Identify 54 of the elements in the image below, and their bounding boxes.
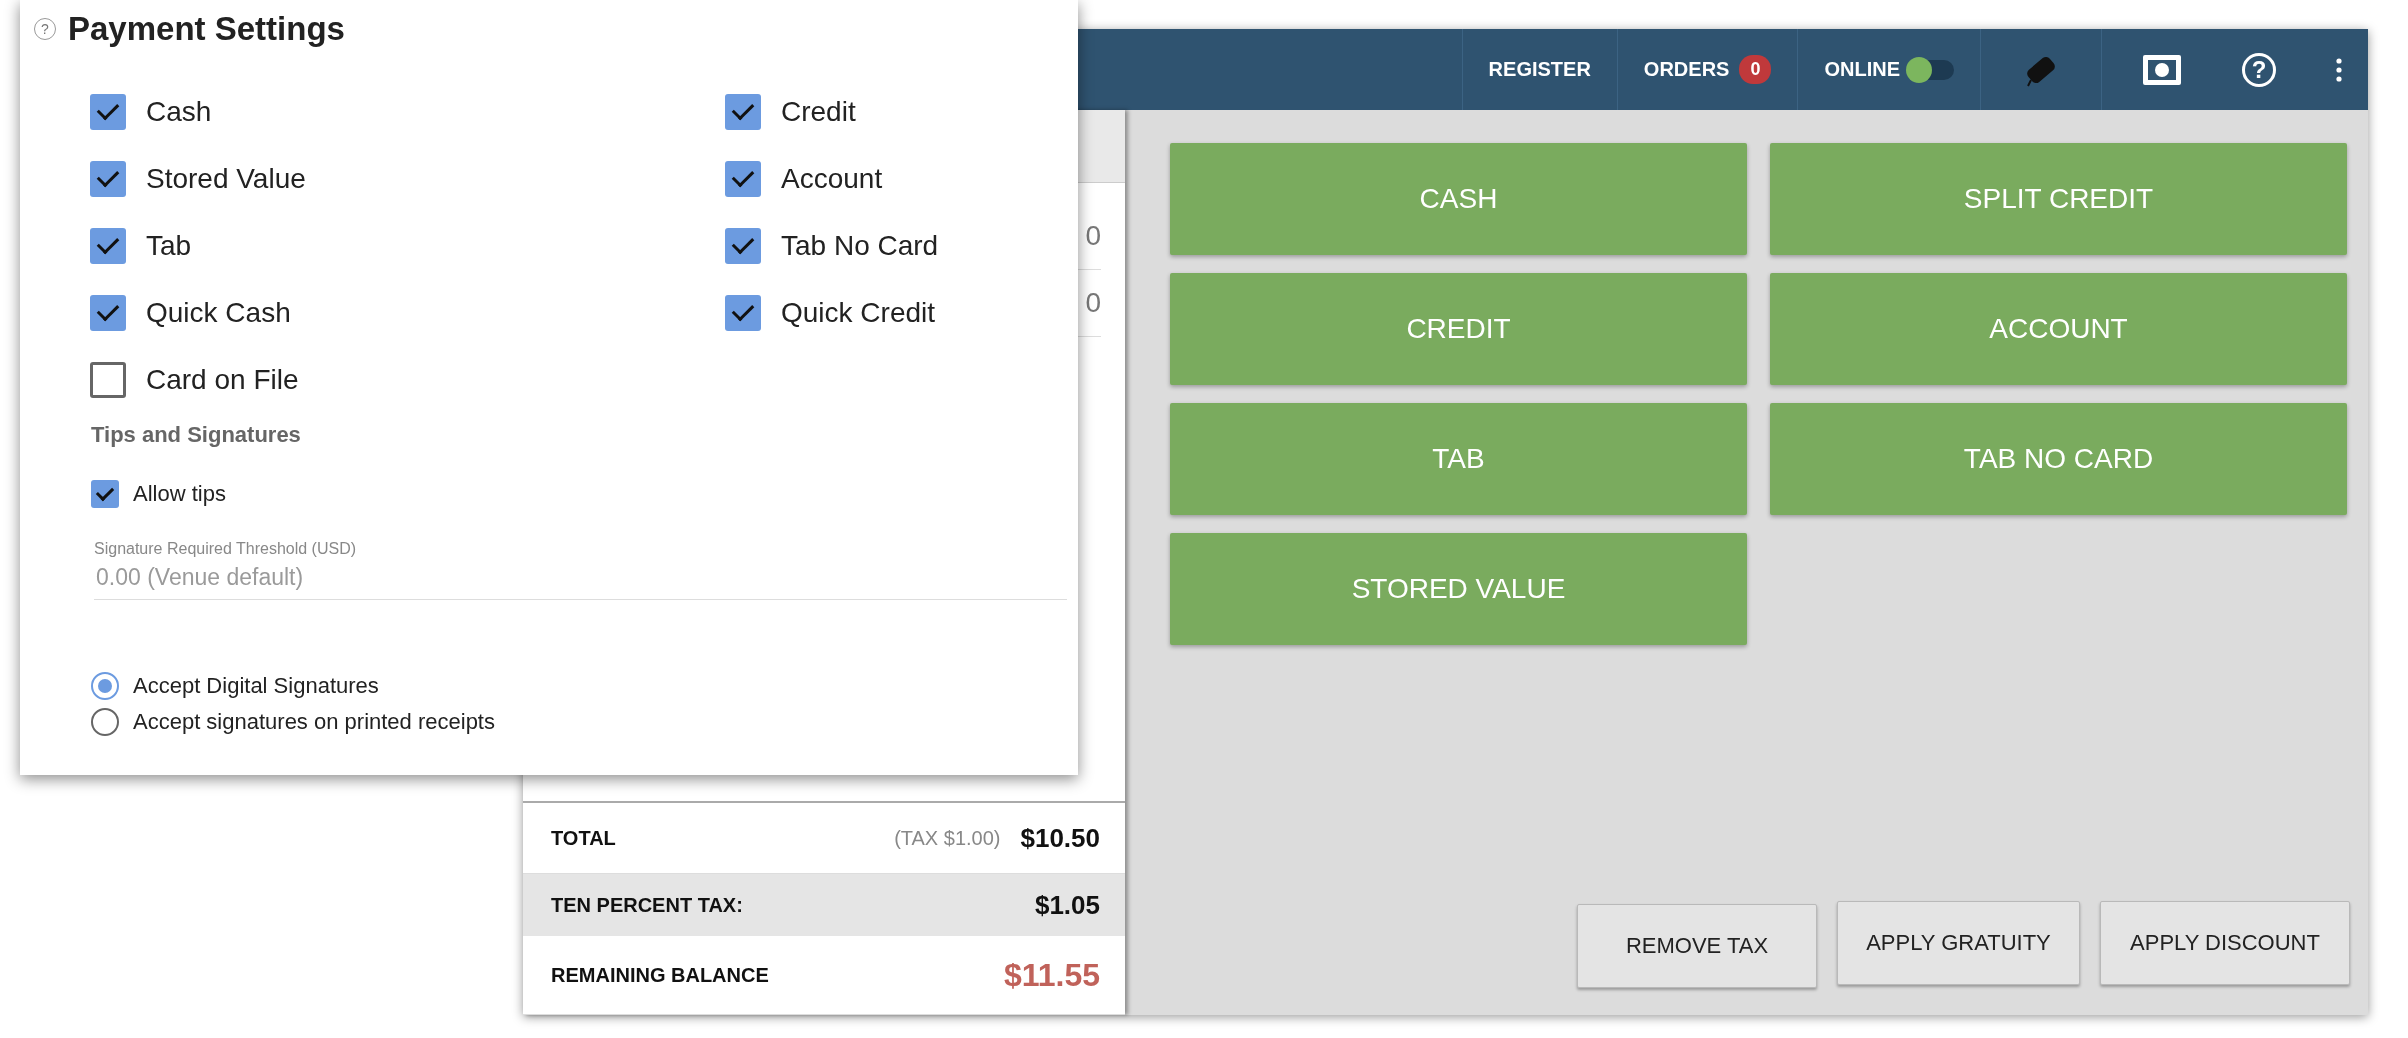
radio-button[interactable] [91,672,119,700]
checkbox[interactable] [725,161,761,197]
payment-button[interactable]: SPLIT CREDIT [1770,143,2347,255]
option-label: Tab [146,230,192,262]
action-button[interactable]: REMOVE TAX [1577,904,1817,988]
row-amount: 0 [1085,287,1101,319]
help-icon[interactable]: ? [2242,52,2276,87]
checkbox[interactable] [90,295,126,331]
section-heading: Tips and Signatures [91,422,302,448]
action-button[interactable]: APPLY DISCOUNT [2100,901,2350,985]
payment-button[interactable]: STORED VALUE [1170,533,1747,645]
radio-label: Accept signatures on printed receipts [133,709,495,735]
nav-link[interactable]: ORDERS [1643,58,1730,81]
threshold-field[interactable]: 0.00 (Venue default) [94,558,1067,600]
option-label: Credit [781,96,856,128]
count-badge: 0 [1739,55,1772,84]
option-label: Card on File [146,364,299,396]
amount: $11.55 [1003,956,1100,994]
row-amount: 0 [1085,220,1101,252]
checkbox[interactable] [90,94,126,130]
checkbox[interactable] [725,94,761,130]
checkbox[interactable] [725,228,761,264]
checkbox[interactable] [91,480,119,508]
panel-title: Payment Settings [68,10,345,48]
display-icon[interactable] [2142,53,2182,86]
radio-label: Accept Digital Signatures [133,673,379,699]
amount: $10.50 [1020,822,1100,854]
field-label: Signature Required Threshold (USD) [94,540,357,558]
total-label: TEN PERCENT TAX: [551,893,744,917]
total-label: TOTAL [551,826,617,850]
option-label: Cash [146,96,212,128]
status-label: ONLINE [1824,58,1900,81]
nav-link[interactable]: REGISTER [1488,58,1591,81]
option-label: Quick Cash [146,297,291,329]
payment-button[interactable]: ACCOUNT [1770,273,2347,385]
option-label: Tab No Card [781,230,939,262]
payment-button[interactable]: TAB [1170,403,1747,515]
payment-button[interactable]: CASH [1170,143,1747,255]
checkbox[interactable] [90,228,126,264]
payment-button[interactable]: TAB NO CARD [1770,403,2347,515]
total-label: REMAINING BALANCE [551,963,770,987]
tax-note: (TAX $1.00) [894,826,1001,850]
checkbox[interactable] [725,295,761,331]
option-label: Stored Value [146,163,306,195]
option-label: Allow tips [133,481,226,507]
payment-button[interactable]: CREDIT [1170,273,1747,385]
menu-icon[interactable] [2336,57,2342,82]
action-button[interactable]: APPLY GRATUITY [1837,901,2080,985]
option-label: Account [781,163,883,195]
option-label: Quick Credit [781,297,936,329]
checkbox[interactable] [90,161,126,197]
amount: $1.05 [1034,889,1100,921]
radio-button[interactable] [91,708,119,736]
checkbox[interactable] [90,362,126,398]
